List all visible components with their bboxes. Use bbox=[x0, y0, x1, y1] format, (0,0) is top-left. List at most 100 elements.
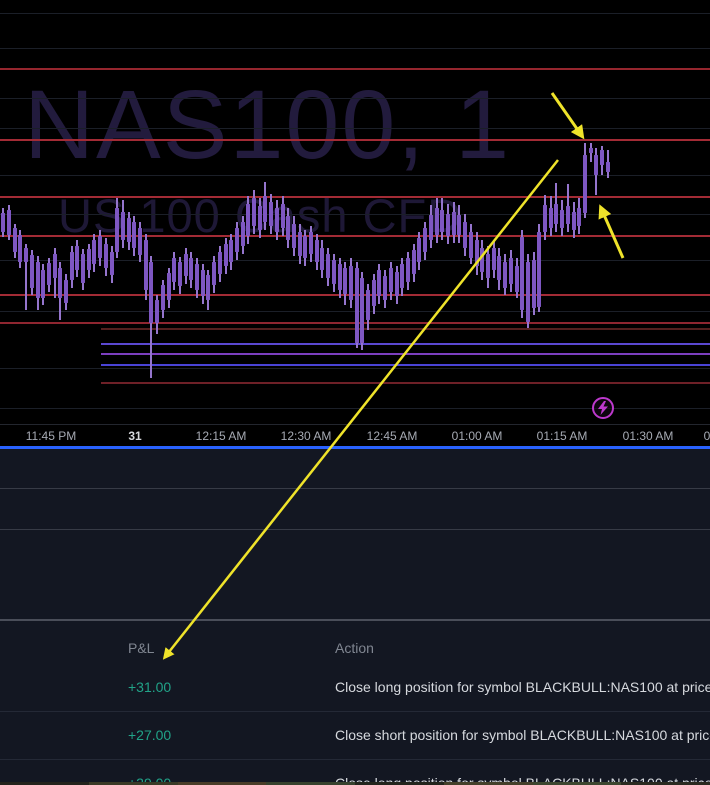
table-top-divider bbox=[0, 619, 710, 621]
panel-divider bbox=[0, 529, 710, 530]
candle-body bbox=[492, 248, 496, 270]
candle-body bbox=[161, 285, 165, 310]
candle-body bbox=[469, 232, 473, 258]
price-line[interactable] bbox=[101, 343, 710, 345]
candle-body bbox=[566, 206, 570, 224]
candle-body bbox=[149, 262, 153, 323]
candle-body bbox=[70, 252, 74, 280]
candle-body bbox=[452, 212, 456, 235]
candle-body bbox=[235, 228, 239, 252]
candle-body bbox=[87, 249, 91, 270]
time-axis-label: 12:45 AM bbox=[366, 429, 418, 443]
candle-body bbox=[543, 205, 547, 232]
candle-body bbox=[195, 264, 199, 290]
price-line[interactable] bbox=[101, 328, 710, 330]
candle-body bbox=[400, 264, 404, 288]
candle-body bbox=[520, 237, 524, 310]
candle-body bbox=[349, 266, 353, 300]
candle-body bbox=[572, 212, 576, 230]
candle-body bbox=[18, 235, 22, 262]
candle-body bbox=[81, 254, 85, 283]
candle-body bbox=[389, 268, 393, 292]
candle-body bbox=[554, 204, 558, 224]
pnl-value: +31.00 bbox=[128, 679, 172, 695]
price-line[interactable] bbox=[101, 353, 710, 355]
time-axis-label: 01:15 AM bbox=[536, 429, 588, 443]
candle-body bbox=[132, 222, 136, 248]
candle-body bbox=[366, 290, 370, 320]
candle-body bbox=[172, 258, 176, 282]
candle-body bbox=[412, 250, 416, 274]
candle-body bbox=[480, 248, 484, 272]
candle-body bbox=[258, 206, 262, 230]
candle-body bbox=[509, 258, 513, 284]
price-line[interactable] bbox=[0, 68, 710, 70]
candle-body bbox=[532, 260, 536, 308]
time-axis[interactable]: 11:45 PM 31 12:15 AM 12:30 AM 12:45 AM 01:00 … bbox=[0, 424, 710, 447]
candle-body bbox=[229, 240, 233, 262]
candle-body bbox=[383, 276, 387, 300]
candle-body bbox=[429, 215, 433, 240]
candle-body bbox=[326, 254, 330, 278]
column-header-pnl[interactable]: P&L bbox=[128, 640, 154, 656]
candle-body bbox=[115, 208, 119, 252]
price-line[interactable] bbox=[101, 382, 710, 384]
candle-body bbox=[64, 280, 68, 303]
grid-line bbox=[0, 175, 710, 176]
lightning-mode-button[interactable] bbox=[592, 397, 614, 419]
candle-body bbox=[286, 216, 290, 240]
lightning-icon bbox=[598, 401, 608, 415]
candle-body bbox=[515, 266, 519, 292]
candle-body bbox=[138, 228, 142, 255]
tradingview-window: NAS100, 1 US 100 Cash CFD 11:45 PM 31 12:1… bbox=[0, 0, 710, 785]
candle-body bbox=[201, 270, 205, 296]
candle-body bbox=[98, 236, 102, 258]
price-line[interactable] bbox=[0, 139, 710, 141]
candle-body bbox=[281, 204, 285, 228]
candle-body bbox=[212, 262, 216, 285]
candle-body bbox=[206, 275, 210, 300]
price-line[interactable] bbox=[0, 235, 710, 237]
candle-body bbox=[53, 254, 57, 278]
candle-body bbox=[355, 268, 359, 343]
candle-body bbox=[589, 148, 593, 153]
candle-body bbox=[372, 280, 376, 306]
candle-body bbox=[457, 215, 461, 235]
candle-body bbox=[263, 196, 267, 222]
candle-body bbox=[36, 262, 40, 298]
candle-body bbox=[537, 232, 541, 307]
candle-body bbox=[275, 208, 279, 232]
candle-body bbox=[475, 240, 479, 266]
candle-body bbox=[446, 214, 450, 236]
candle-body bbox=[292, 224, 296, 248]
candle-body bbox=[298, 232, 302, 256]
table-row[interactable]: +31.00 Close long position for symbol BL… bbox=[0, 663, 710, 711]
pane-separator[interactable] bbox=[0, 446, 710, 449]
candle-body bbox=[7, 210, 11, 235]
candle-body bbox=[127, 218, 131, 242]
candle-body bbox=[343, 268, 347, 294]
candle-body bbox=[606, 162, 610, 172]
time-axis-label: 31 bbox=[128, 429, 142, 443]
candle-body bbox=[497, 256, 501, 280]
chart-canvas[interactable]: NAS100, 1 US 100 Cash CFD bbox=[0, 0, 710, 424]
time-axis-label: 12:30 AM bbox=[280, 429, 332, 443]
candle-body bbox=[167, 273, 171, 300]
candle-body bbox=[406, 258, 410, 282]
price-line[interactable] bbox=[101, 364, 710, 366]
candle-body bbox=[218, 252, 222, 274]
price-line[interactable] bbox=[0, 196, 710, 198]
candle-body bbox=[360, 278, 364, 343]
table-row[interactable]: +27.00 Close short position for symbol B… bbox=[0, 711, 710, 759]
candle-body bbox=[110, 252, 114, 275]
candle-body bbox=[395, 272, 399, 296]
candle-body bbox=[560, 210, 564, 228]
time-axis-label: 12:15 AM bbox=[195, 429, 247, 443]
action-text: Close long position for symbol BLACKBULL… bbox=[335, 679, 710, 695]
grid-line bbox=[0, 128, 710, 129]
candle-body bbox=[144, 240, 148, 290]
candle-body bbox=[417, 238, 421, 262]
column-header-action[interactable]: Action bbox=[335, 640, 374, 656]
candle-body bbox=[1, 213, 5, 232]
candle-body bbox=[252, 198, 256, 226]
